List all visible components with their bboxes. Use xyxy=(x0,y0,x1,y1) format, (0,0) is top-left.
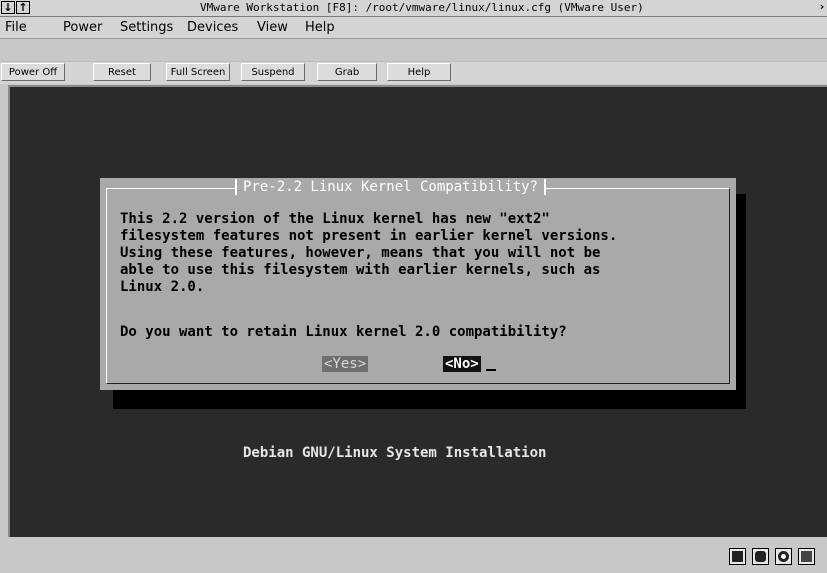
window-titlebar: ↓ ↑ VMware Workstation [F8]: /root/vmwar… xyxy=(0,0,827,17)
menu-settings[interactable]: Settings xyxy=(120,20,173,35)
menu-devices[interactable]: Devices xyxy=(187,20,238,35)
kernel-compat-dialog: Pre-2.2 Linux Kernel Compatibility? This… xyxy=(100,178,736,390)
menu-bar: File Power Settings Devices View Help xyxy=(0,17,827,39)
no-button[interactable]: <No> xyxy=(443,356,481,372)
grab-button[interactable]: Grab xyxy=(317,63,377,81)
dialog-title: Pre-2.2 Linux Kernel Compatibility? xyxy=(235,179,547,195)
network-icon[interactable] xyxy=(798,548,815,565)
menu-power[interactable]: Power xyxy=(63,20,102,35)
dialog-body: This 2.2 version of the Linux kernel has… xyxy=(120,211,618,295)
window-title: VMware Workstation [F8]: /root/vmware/li… xyxy=(200,1,644,14)
menu-help[interactable]: Help xyxy=(305,20,335,35)
arrow-up-icon[interactable]: ↑ xyxy=(16,1,30,14)
reset-button[interactable]: Reset xyxy=(93,63,151,81)
yes-button[interactable]: <Yes> xyxy=(322,356,369,372)
disk-icon[interactable] xyxy=(729,548,746,565)
cdrom-icon[interactable] xyxy=(775,548,792,565)
suspend-button[interactable]: Suspend xyxy=(241,63,305,81)
drive-icon[interactable] xyxy=(752,548,769,565)
help-button[interactable]: Help xyxy=(387,63,451,81)
menu-file[interactable]: File xyxy=(5,20,27,35)
text-cursor xyxy=(486,369,496,371)
menu-view[interactable]: View xyxy=(257,20,288,35)
dialog-question: Do you want to retain Linux kernel 2.0 c… xyxy=(120,324,567,340)
status-bar xyxy=(0,537,827,573)
power-off-button[interactable]: Power Off xyxy=(1,63,65,81)
toolbar: Power Off Reset Full Screen Suspend Grab… xyxy=(0,61,827,84)
chevron-right-icon[interactable]: › xyxy=(815,1,827,14)
installer-footer: Debian GNU/Linux System Installation xyxy=(243,445,547,461)
arrow-down-icon[interactable]: ↓ xyxy=(1,1,15,14)
full-screen-button[interactable]: Full Screen xyxy=(166,63,230,81)
